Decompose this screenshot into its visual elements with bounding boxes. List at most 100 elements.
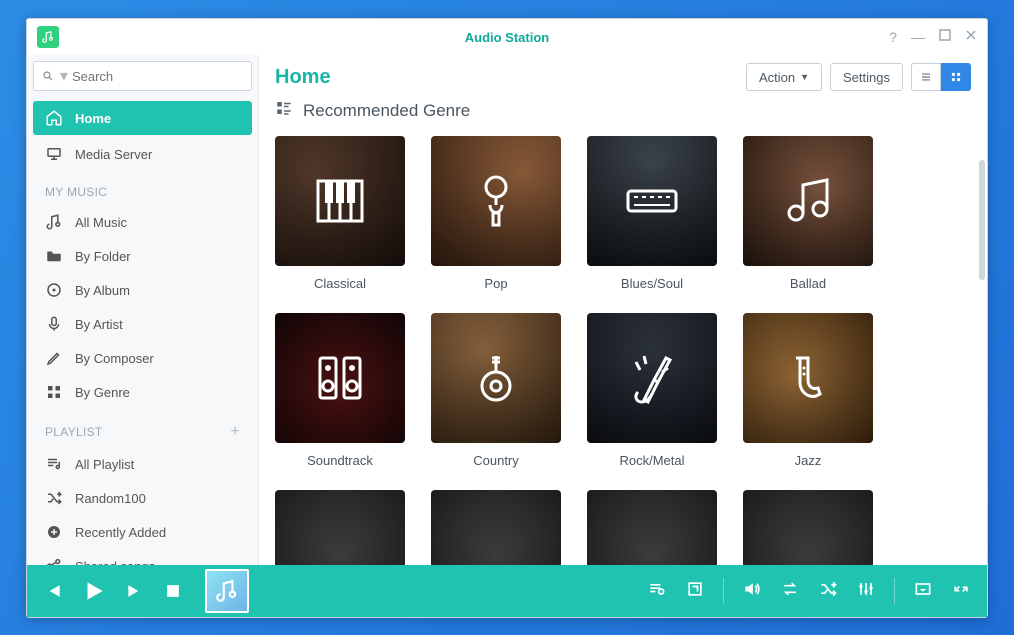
genre-label: Pop (431, 276, 561, 291)
genre-tile-unknown[interactable] (275, 490, 405, 565)
sidebar-item-by-genre[interactable]: By Genre (27, 375, 258, 409)
stop-button[interactable] (163, 581, 183, 601)
genre-tile-pop[interactable]: Pop (431, 136, 561, 291)
genre-thumb (275, 313, 405, 443)
sidebar-item-all-playlist[interactable]: All Playlist (27, 447, 258, 481)
genre-thumb (587, 136, 717, 266)
page-title: Home (275, 66, 331, 89)
scrollbar-thumb[interactable] (979, 160, 985, 280)
genre-thumb (275, 136, 405, 266)
miniplayer-button[interactable] (913, 579, 933, 604)
sidebar-item-all-music[interactable]: All Music (27, 205, 258, 239)
sidebar-section-playlist: PLAYLIST+ (27, 409, 258, 447)
sidebar-item-label: Media Server (75, 147, 152, 162)
genre-thumb (431, 490, 561, 565)
repeat-button[interactable] (780, 579, 800, 604)
genre-label: Ballad (743, 276, 873, 291)
genre-tile-jazz[interactable]: Jazz (743, 313, 873, 468)
sidebar-item-label: Random100 (75, 491, 146, 506)
sidebar-item-by-folder[interactable]: By Folder (27, 239, 258, 273)
genre-tile-unknown[interactable] (743, 490, 873, 565)
sidebar-item-by-album[interactable]: By Album (27, 273, 258, 307)
pen-icon (45, 349, 63, 367)
main-panel: Home Action▼ Settings Recommended Genre … (259, 55, 987, 565)
genre-thumb (431, 313, 561, 443)
shuffle-icon (45, 489, 63, 507)
notes-icon (780, 173, 836, 229)
sidebar-item-label: Recently Added (75, 525, 166, 540)
volume-button[interactable] (742, 579, 762, 604)
genre-label: Jazz (743, 453, 873, 468)
collapse-button[interactable] (951, 579, 971, 604)
sidebar-item-random100[interactable]: Random100 (27, 481, 258, 515)
play-button[interactable] (81, 578, 107, 604)
playlist-icon (45, 455, 63, 473)
action-button[interactable]: Action▼ (746, 63, 822, 91)
content-scroll[interactable]: Classical Pop Blues/Soul Ballad Soundtrack Co… (259, 130, 987, 565)
genre-thumb (743, 490, 873, 565)
keyboard-icon (624, 173, 680, 229)
genre-tile-ballad[interactable]: Ballad (743, 136, 873, 291)
grid-view-button[interactable] (941, 63, 971, 91)
sidebar-item-label: By Artist (75, 317, 123, 332)
genre-tile-rock-metal[interactable]: Rock/Metal (587, 313, 717, 468)
sidebar-item-label: By Album (75, 283, 130, 298)
genre-label: Rock/Metal (587, 453, 717, 468)
genre-label: Classical (275, 276, 405, 291)
genre-thumb (743, 136, 873, 266)
prev-button[interactable] (43, 581, 63, 601)
sidebar-item-by-artist[interactable]: By Artist (27, 307, 258, 341)
queue-button[interactable] (647, 579, 667, 604)
sidebar-item-label: Home (75, 111, 111, 126)
view-toggle (911, 63, 971, 91)
sidebar-section-my-music: MY MUSIC (27, 171, 258, 205)
sidebar-item-by-composer[interactable]: By Composer (27, 341, 258, 375)
sidebar-item-recently-added[interactable]: Recently Added (27, 515, 258, 549)
close-icon[interactable] (965, 29, 977, 45)
genre-tile-unknown[interactable] (587, 490, 717, 565)
share-icon (45, 557, 63, 565)
genre-thumb (275, 490, 405, 565)
titlebar: Audio Station ? — (27, 19, 987, 55)
shuffle-button[interactable] (818, 579, 838, 604)
genre-tile-classical[interactable]: Classical (275, 136, 405, 291)
now-playing-art[interactable] (205, 569, 249, 613)
sidebar-item-media-server[interactable]: Media Server (27, 137, 258, 171)
minimize-icon[interactable]: — (911, 29, 925, 45)
settings-button[interactable]: Settings (830, 63, 903, 91)
sidebar-item-label: All Music (75, 215, 127, 230)
plus-circle-icon (45, 523, 63, 541)
lyrics-button[interactable] (685, 579, 705, 604)
sidebar-item-label: All Playlist (75, 457, 134, 472)
maximize-icon[interactable] (939, 29, 951, 45)
app-window: Audio Station ? — ▾ Home Media Server MY … (26, 18, 988, 618)
speakers-icon (312, 350, 368, 406)
sidebar-item-home[interactable]: Home (33, 101, 252, 135)
search-input[interactable] (72, 69, 243, 84)
disc-icon (45, 281, 63, 299)
genre-tile-soundtrack[interactable]: Soundtrack (275, 313, 405, 468)
genre-tile-country[interactable]: Country (431, 313, 561, 468)
search-box[interactable]: ▾ (33, 61, 252, 91)
equalizer-button[interactable] (856, 579, 876, 604)
genre-label: Country (431, 453, 561, 468)
guitar-icon (468, 350, 524, 406)
genre-section-icon (275, 99, 293, 122)
rockguitar-icon (624, 350, 680, 406)
mediaserver-icon (45, 145, 63, 163)
window-title: Audio Station (465, 30, 550, 45)
help-icon[interactable]: ? (889, 29, 897, 45)
sidebar: ▾ Home Media Server MY MUSIC All Music By F… (27, 55, 259, 565)
player-bar (27, 565, 987, 617)
genre-tile-unknown[interactable] (431, 490, 561, 565)
list-view-button[interactable] (911, 63, 941, 91)
mic-icon (45, 315, 63, 333)
genre-thumb (587, 313, 717, 443)
music-note-icon (45, 213, 63, 231)
sidebar-item-shared-songs[interactable]: Shared songs (27, 549, 258, 565)
genre-thumb (587, 490, 717, 565)
add-playlist-button[interactable]: + (230, 423, 240, 441)
genre-tile-blues-soul[interactable]: Blues/Soul (587, 136, 717, 291)
section-heading: Recommended Genre (259, 99, 987, 130)
next-button[interactable] (125, 581, 145, 601)
